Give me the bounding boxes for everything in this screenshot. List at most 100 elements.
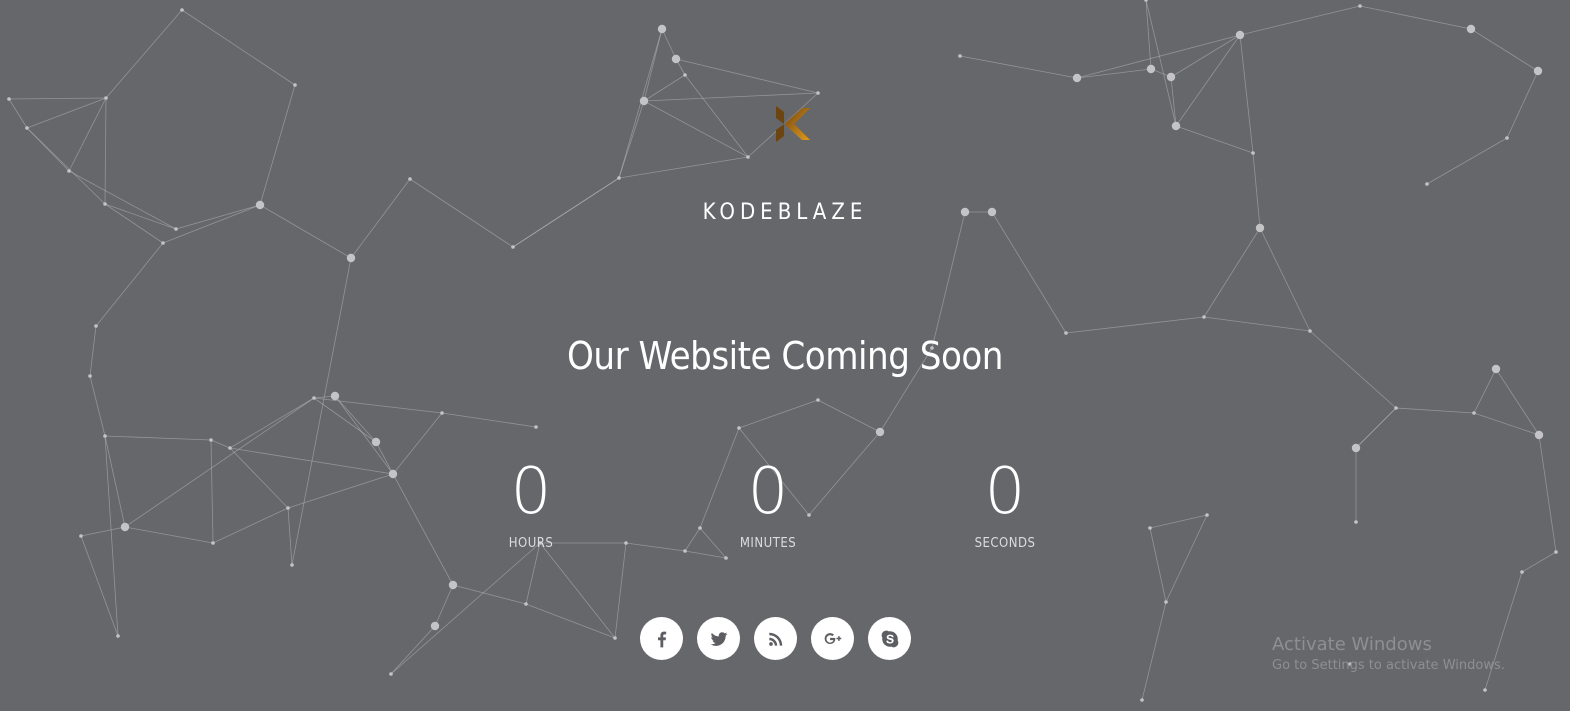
network-node [211,541,215,545]
twitter-link[interactable] [697,617,740,660]
countdown-hours-value: 0 [510,455,552,529]
network-node [1164,600,1168,604]
network-node [1251,151,1255,155]
network-node [1533,66,1543,76]
network-link [1470,28,1539,72]
network-node [1358,4,1362,8]
network-link [1239,34,1254,154]
network-node [1144,0,1148,2]
rss-link[interactable] [754,617,797,660]
network-link [80,526,126,537]
network-link [1395,407,1475,414]
network-node [408,177,412,181]
network-link [212,507,289,544]
network-link [738,399,819,429]
network-node [7,97,11,101]
network-node [67,169,71,173]
network-node [683,73,687,77]
network-node [1554,550,1558,554]
network-link [392,473,454,586]
network-node [1466,24,1476,34]
network-link [390,625,436,675]
kodeblaze-logo-icon [776,106,810,142]
network-link [618,28,663,179]
network-node [1171,121,1181,131]
facebook-link[interactable] [640,617,683,660]
network-node [180,8,184,12]
network-link [1538,434,1557,553]
network-node [286,506,290,510]
network-link [124,526,214,544]
network-link [229,397,315,449]
network-node [1534,430,1544,440]
network-link [259,84,296,206]
google-plus-link[interactable] [811,617,854,660]
network-node [104,96,108,100]
network-node [79,534,83,538]
twitter-icon [710,631,727,646]
countdown-minutes-value: 0 [747,455,789,529]
network-node [1235,30,1245,40]
network-node [816,398,820,402]
network-link [625,542,686,552]
network-link [643,74,686,102]
network-link [1076,34,1241,79]
network-node [1505,136,1509,140]
network-node [389,672,393,676]
network-link [643,92,819,102]
network-node [511,245,515,249]
network-link [8,98,28,129]
network-link [1203,316,1311,332]
brand-name: KODEBLAZE [702,200,868,225]
network-link [643,100,749,158]
countdown-minutes: 0 MINUTES [698,456,838,551]
countdown-minutes-label: MINUTES [739,536,797,551]
network-link [8,97,107,100]
network-node [683,549,687,553]
network-node [25,126,29,130]
network-link [124,397,315,528]
network-node [724,556,728,560]
network-node [1140,698,1144,702]
network-link [1259,227,1311,332]
network-link [614,542,627,639]
network-node [371,437,381,447]
network-node [430,621,440,631]
network-link [105,9,183,99]
network-node [624,541,628,545]
network-link [618,156,749,179]
network-link [959,55,1078,79]
network-node [1308,329,1312,333]
network-node [524,602,528,606]
network-link [525,542,541,605]
network-link [1359,5,1472,30]
skype-link[interactable] [868,617,911,660]
network-node [290,563,294,567]
network-link [104,435,212,441]
network-node [116,634,120,638]
network-link [334,395,394,475]
network-node [1205,513,1209,517]
network-link [643,28,663,102]
network-node [94,324,98,328]
network-link [210,439,231,449]
network-link [287,507,293,566]
countdown-seconds-label: SECONDS [974,536,1036,551]
network-link [313,397,443,414]
network-node [440,411,444,415]
activation-title: Activate Windows [1272,634,1432,655]
network-node [120,522,130,532]
network-link [95,242,164,327]
network-link [287,473,394,509]
network-link [1239,5,1361,36]
network-node [746,155,750,159]
windows-activation-watermark: Activate Windows Go to Settings to activ… [1272,634,1505,673]
network-link [1170,34,1241,78]
network-node [1351,443,1361,453]
network-link [817,399,881,433]
network-link [1165,514,1208,603]
network-link [1149,527,1167,603]
network-node [1394,406,1398,410]
activation-subtitle: Go to Settings to activate Windows. [1272,658,1505,673]
network-link [291,257,352,566]
